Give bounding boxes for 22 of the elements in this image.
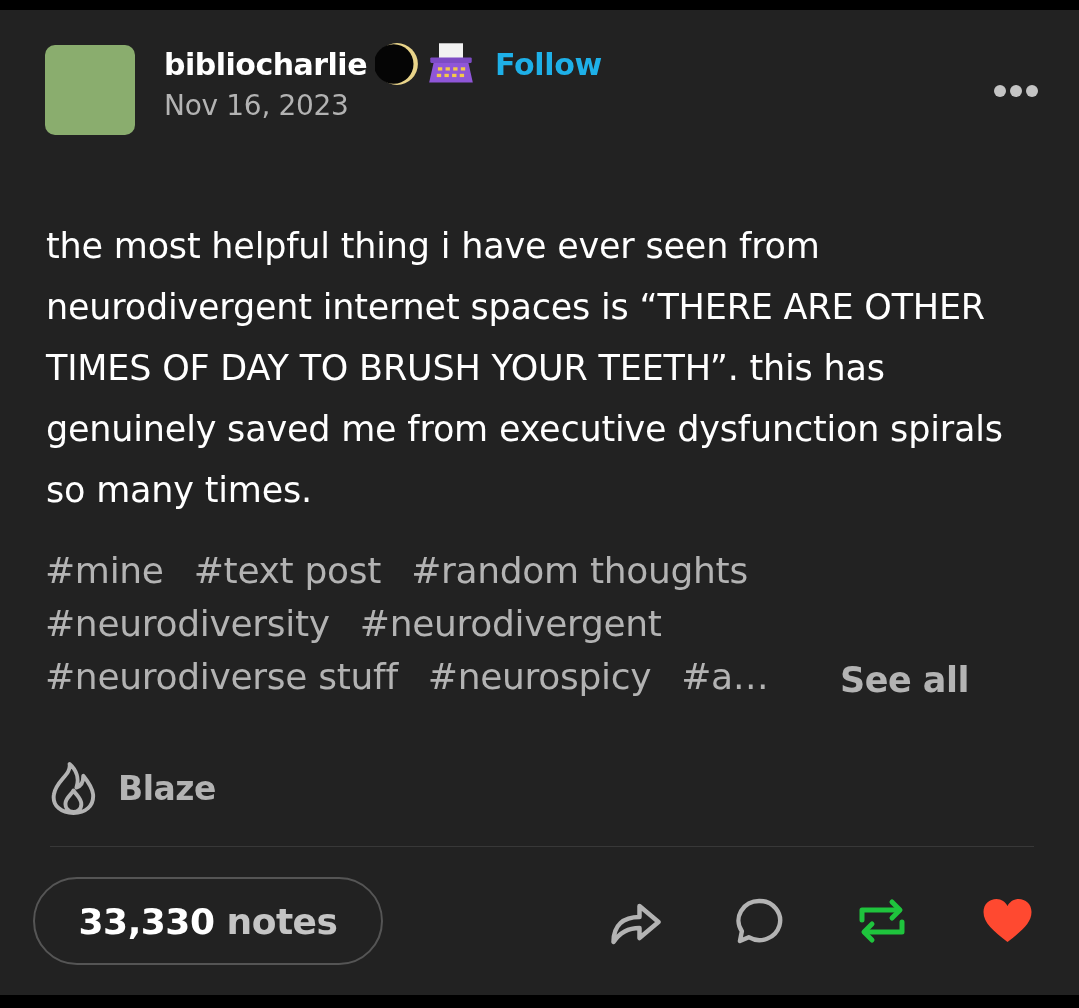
- follow-button[interactable]: Follow: [495, 46, 602, 82]
- see-all-link[interactable]: See all: [840, 654, 969, 707]
- tag-link[interactable]: #mine: [45, 544, 164, 597]
- username[interactable]: bibliocharlie: [164, 46, 367, 82]
- tag-link[interactable]: #text post: [193, 544, 382, 597]
- crescent-moon-icon: [375, 42, 419, 86]
- reblog-icon[interactable]: [857, 898, 907, 944]
- tag-link[interactable]: #a…: [681, 650, 769, 703]
- typewriter-icon: [427, 42, 475, 86]
- post-text: the most helpful thing i have ever seen from neurodivergent internet spaces is “THERE ARE OTHER TIMES OF DAY TO BRUSH YOUR TEETH”. this has genuinely saved me from executive dysfunction spirals so many times.: [46, 225, 1004, 512]
- blaze-button[interactable]: Blaze: [50, 761, 216, 816]
- more-icon[interactable]: [993, 84, 1039, 98]
- tag-link[interactable]: #neurodiversity: [45, 597, 330, 650]
- comment-bubble-icon[interactable]: [736, 897, 783, 945]
- flame-icon: [50, 761, 97, 816]
- tag-link[interactable]: #neurodiverse stuff: [45, 650, 398, 703]
- post-date: Nov 16, 2023: [164, 89, 350, 122]
- tag-link[interactable]: #random thoughts: [411, 544, 748, 597]
- heart-icon[interactable]: [981, 898, 1034, 944]
- tag-link[interactable]: #neurodivergent: [359, 597, 662, 650]
- tag-link[interactable]: #neurospicy: [427, 650, 652, 703]
- notes-button[interactable]: 33,330 notes: [33, 877, 383, 965]
